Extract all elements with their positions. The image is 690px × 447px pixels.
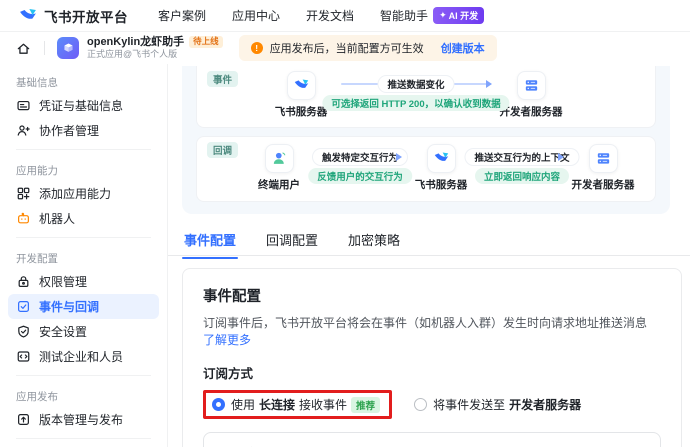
user-plus-icon <box>16 123 31 138</box>
option-long-connection[interactable]: 使用 长连接 接收事件 推荐 <box>212 396 380 413</box>
panel-description: 订阅事件后，飞书开放平台将会在事件（如机器人入群）发生时向请求地址推送消息 了解… <box>203 314 661 348</box>
id-card-icon <box>16 98 31 113</box>
end-user-node: 终端用户 <box>243 144 315 192</box>
tab-callback-config[interactable]: 回调配置 <box>264 226 320 258</box>
callback-badge: 回调 <box>207 142 238 158</box>
app-subtitle: 正式应用@飞书个人版 <box>87 50 223 60</box>
feedback-interaction-arrow: 反馈用户的交互行为 <box>319 168 401 184</box>
tab-encryption-strategy[interactable]: 加密策略 <box>346 226 402 258</box>
status-badge: 待上线 <box>189 36 223 47</box>
sidebar-item-security[interactable]: 安全设置 <box>8 319 159 344</box>
divider <box>16 149 151 150</box>
robot-icon <box>16 211 31 226</box>
user-icon <box>271 150 288 167</box>
sidebar-section-dev-config: 开发配置 <box>8 244 159 269</box>
recommended-badge: 推荐 <box>351 397 380 413</box>
divider <box>44 41 45 55</box>
push-context-arrow: 推送交互行为的上下文 <box>481 149 563 165</box>
http200-return-arrow: 可选择返回 HTTP 200，以确认收到数据 <box>341 95 491 111</box>
shield-icon <box>16 324 31 339</box>
learn-more-link[interactable]: 了解更多 <box>203 333 251 347</box>
lock-icon <box>16 274 31 289</box>
radio-selected-icon[interactable] <box>212 398 225 411</box>
developer-server-node: 开发者服务器 <box>495 71 567 119</box>
brand-name: 飞书开放平台 <box>44 6 128 26</box>
config-method-box: 配置方式 无需注册公网域名或配置加密策略，仅需使用 官方 SDK 启动长连接飞书… <box>203 432 661 447</box>
divider <box>16 438 151 439</box>
sidebar-item-add-capability[interactable]: 添加应用能力 <box>8 181 159 206</box>
sidebar-item-label: 凭证与基础信息 <box>39 97 123 114</box>
banner-text: 应用发布后，当前配置方可生效 <box>270 40 424 56</box>
sidebar-item-label: 测试企业和人员 <box>39 348 123 365</box>
ai-dev-badge: ✦AI 开发 <box>433 7 484 24</box>
sidebar-item-label: 机器人 <box>39 210 75 227</box>
top-nav: 飞书开放平台 客户案例 应用中心 开发文档 智能助手 ✦AI 开发 <box>0 0 690 32</box>
tab-event-config[interactable]: 事件配置 <box>182 226 238 258</box>
trigger-interaction-arrow: 触发特定交互行为 <box>319 149 401 165</box>
sidebar-item-label: 版本管理与发布 <box>39 411 123 428</box>
sidebar-section-app-capability: 应用能力 <box>8 156 159 181</box>
main-content: 事件 飞书服务器 推送数据变化 <box>168 64 690 447</box>
nav-item-app-center[interactable]: 应用中心 <box>232 7 280 24</box>
annotation-red-box: 使用 长连接 接收事件 推荐 <box>203 390 392 419</box>
feishu-logo-icon <box>18 6 38 26</box>
callback-diagram-card: 回调 终端用户 触发特定交互行为 <box>196 136 656 202</box>
cube-icon <box>61 41 76 56</box>
nav-item-dev-docs[interactable]: 开发文档 <box>306 7 354 24</box>
radio-unselected-icon[interactable] <box>414 398 427 411</box>
nav-item-customer-cases[interactable]: 客户案例 <box>158 7 206 24</box>
sidebar-item-label: 权限管理 <box>39 273 87 290</box>
home-icon[interactable] <box>14 39 32 57</box>
top-nav-items: 客户案例 应用中心 开发文档 智能助手 ✦AI 开发 <box>158 7 484 24</box>
sidebar: 基础信息 凭证与基础信息 协作者管理 应用能力 添加应用能力 <box>0 64 168 447</box>
feishu-logo-icon <box>433 150 450 167</box>
app-name: openKylin龙虾助手 <box>87 36 184 48</box>
sidebar-item-events-callbacks[interactable]: 事件与回调 <box>8 294 159 319</box>
sidebar-item-version-release[interactable]: 版本管理与发布 <box>8 407 159 432</box>
publish-icon <box>16 412 31 427</box>
config-tabs: 事件配置 回调配置 加密策略 <box>168 226 690 256</box>
sidebar-item-test-org[interactable]: 测试企业和人员 <box>8 344 159 369</box>
app-bar: openKylin龙虾助手 待上线 正式应用@飞书个人版 ! 应用发布后，当前配… <box>0 32 690 64</box>
sidebar-item-label: 添加应用能力 <box>39 185 111 202</box>
event-diagram-card: 事件 飞书服务器 推送数据变化 <box>196 66 656 128</box>
sidebar-item-bot[interactable]: 机器人 <box>8 206 159 231</box>
server-icon <box>595 150 612 167</box>
feishu-open-platform-screen: 飞书开放平台 客户案例 应用中心 开发文档 智能助手 ✦AI 开发 <box>0 0 690 447</box>
event-callback-diagram: 事件 飞书服务器 推送数据变化 <box>182 66 670 214</box>
warning-icon: ! <box>251 42 263 54</box>
server-icon <box>523 77 540 94</box>
publish-notice-banner: ! 应用发布后，当前配置方可生效 创建版本 <box>239 35 497 61</box>
app-meta: openKylin龙虾助手 待上线 正式应用@飞书个人版 <box>87 36 223 60</box>
nav-item-ai-assistant[interactable]: 智能助手 ✦AI 开发 <box>380 7 484 24</box>
sidebar-item-collaborators[interactable]: 协作者管理 <box>8 118 159 143</box>
subscribe-method-heading: 订阅方式 <box>203 363 661 382</box>
option-developer-server[interactable]: 将事件发送至 开发者服务器 <box>414 396 581 413</box>
divider <box>16 237 151 238</box>
feishu-logo-icon <box>293 77 310 94</box>
push-data-arrow: 推送数据变化 <box>341 76 491 92</box>
sidebar-section-basic-info: 基础信息 <box>8 68 159 93</box>
sidebar-item-label: 协作者管理 <box>39 122 99 139</box>
brand[interactable]: 飞书开放平台 <box>18 6 128 26</box>
divider <box>16 375 151 376</box>
sidebar-item-label: 事件与回调 <box>39 298 99 315</box>
grid-plus-icon <box>16 186 31 201</box>
developer-server-node: 开发者服务器 <box>567 144 639 192</box>
config-method-title: 配置方式 <box>220 443 644 447</box>
sidebar-item-label: 安全设置 <box>39 323 87 340</box>
sidebar-item-permissions[interactable]: 权限管理 <box>8 269 159 294</box>
event-config-panel: 事件配置 订阅事件后，飞书开放平台将会在事件（如机器人入群）发生时向请求地址推送… <box>182 268 682 447</box>
code-box-icon <box>16 349 31 364</box>
event-badge: 事件 <box>207 71 238 87</box>
sidebar-section-app-release: 应用发布 <box>8 382 159 407</box>
subscribe-options: 使用 长连接 接收事件 推荐 将事件发送至 开发者服务器 <box>203 390 661 419</box>
event-callback-icon <box>16 299 31 314</box>
app-avatar[interactable] <box>57 37 79 59</box>
create-version-link[interactable]: 创建版本 <box>441 40 485 56</box>
return-response-arrow: 立即返回响应内容 <box>481 168 563 184</box>
sidebar-item-credentials[interactable]: 凭证与基础信息 <box>8 93 159 118</box>
panel-title: 事件配置 <box>203 285 661 306</box>
